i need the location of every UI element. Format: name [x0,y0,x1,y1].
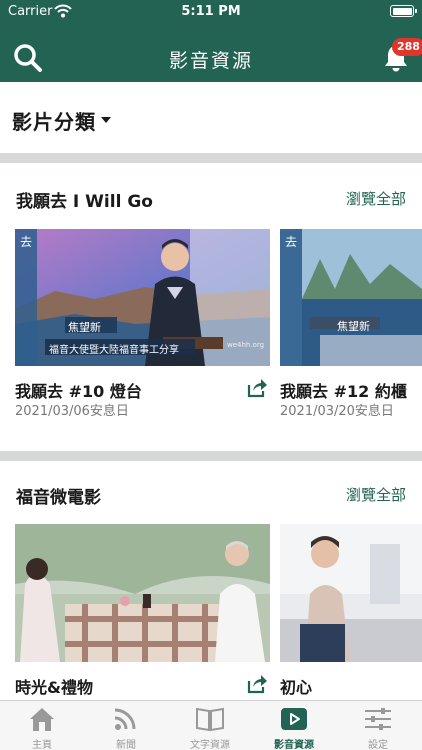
share-icon[interactable] [246,376,268,398]
tab-label: 影音資源 [274,740,314,750]
battery-icon [390,5,417,17]
section-title: 我願去 I Will Go [16,192,153,212]
tab-news[interactable]: 新聞 [84,701,168,750]
share-icon[interactable] [246,672,268,694]
play-icon [281,708,307,730]
status-time: 5:11 PM [181,4,241,19]
sliders-icon [365,708,391,730]
tab-label: 文字資源 [190,740,230,750]
section-title: 福音微電影 [16,488,101,508]
page-title: 影音資源 [168,50,253,72]
video-thumbnail[interactable]: 去 焦望新 [280,229,422,366]
video-title[interactable]: 我願去 #10 燈台 [15,378,235,402]
navigation-bar: Carrier 5:11 PM 影音資源 288 [0,0,422,82]
video-title[interactable]: 我願去 #12 約櫃 [280,378,422,402]
book-icon [196,707,224,732]
tab-av-resources[interactable]: 影音資源 [252,701,336,750]
watermark-caption: we4hh.org [227,341,265,349]
rss-icon [114,708,136,730]
section-divider [0,451,422,461]
video-date: 2021/03/20安息日 [280,404,394,419]
subtitle-caption: 福音大使暨大陸福音事工分享 [49,345,179,356]
video-thumbnail-image [15,524,270,662]
video-title[interactable]: 初心 [280,674,422,698]
tab-label: 設定 [368,740,388,750]
video-thumbnail-image [280,524,422,662]
video-thumbnail[interactable]: 去 焦望新 福音大使暨大陸福音事工分享 we4hh.org [15,229,270,366]
category-dropdown[interactable]: 影片分類 [0,82,422,154]
notification-badge: 288 [392,38,422,56]
home-icon [30,708,54,731]
tab-home[interactable]: 主頁 [0,701,84,750]
tab-label: 新聞 [116,740,136,750]
caret-down-icon [101,117,111,123]
view-all-link[interactable]: 瀏覽全部 [346,188,406,209]
status-bar: Carrier 5:11 PM [0,0,422,24]
name-caption: 焦望新 [337,320,370,333]
category-label: 影片分類 [12,110,96,134]
side-caption: 去 [20,235,33,249]
tab-label: 主頁 [32,740,52,750]
side-caption: 去 [285,235,298,249]
section-divider [0,153,422,163]
video-thumbnail[interactable] [15,524,270,662]
view-all-link[interactable]: 瀏覽全部 [346,484,406,505]
tab-bar: 主頁 新聞 文字資源 影音資源 設定 [0,700,422,750]
video-thumbnail[interactable] [280,524,422,662]
name-caption: 焦望新 [68,321,101,334]
video-thumbnail-image [280,229,422,366]
video-title[interactable]: 時光&禮物 [15,674,235,698]
tab-settings[interactable]: 設定 [336,701,420,750]
tab-text-resources[interactable]: 文字資源 [168,701,252,750]
video-date: 2021/03/06安息日 [15,404,129,419]
